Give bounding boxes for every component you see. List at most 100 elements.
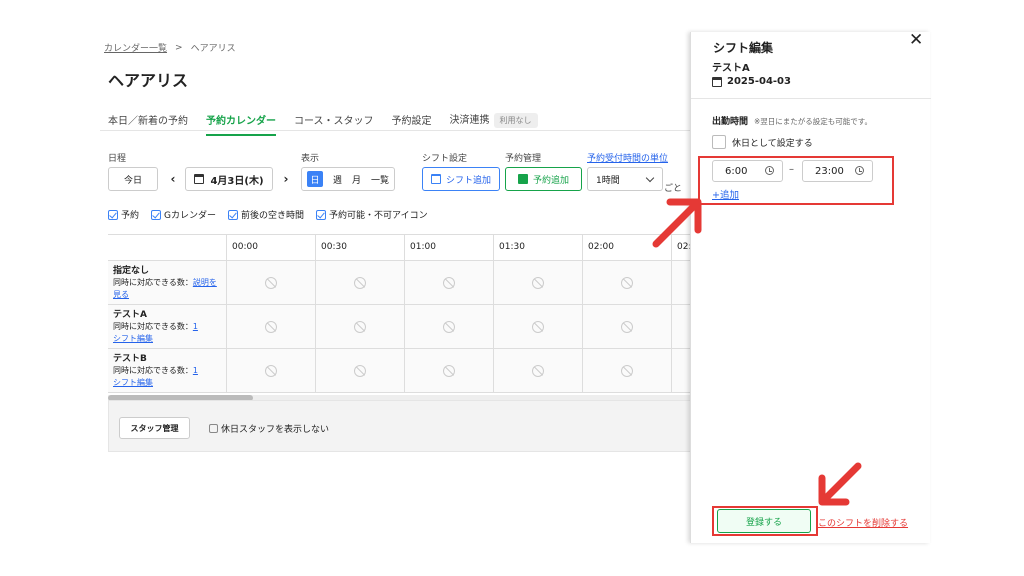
close-icon[interactable]: ✕	[909, 30, 923, 50]
slot-cell[interactable]	[671, 261, 692, 304]
shift-edit-link[interactable]: シフト編集	[113, 378, 153, 387]
shift-settings-label: シフト設定	[422, 154, 468, 164]
panel-date: 2025-04-03	[712, 76, 791, 87]
reservation-icon	[517, 174, 528, 184]
arrow-icon	[818, 462, 862, 506]
row-staff-name: 指定なし	[113, 266, 150, 276]
breadcrumb-separator: >	[175, 42, 183, 53]
prev-day-button[interactable]: ‹	[163, 167, 183, 191]
panel-divider	[691, 98, 931, 99]
slot-cell[interactable]	[404, 305, 493, 348]
breadcrumb-parent-link[interactable]: カレンダー一覧	[104, 41, 167, 54]
shift-edit-link[interactable]: シフト編集	[113, 334, 153, 343]
unused-badge: 利用なし	[493, 113, 538, 128]
time-unit-select[interactable]: 1時間	[587, 167, 663, 191]
time-header: 00:00	[226, 235, 315, 260]
next-day-button[interactable]: ›	[276, 167, 296, 191]
view-day-button[interactable]: 日	[307, 171, 323, 187]
slot-cell[interactable]	[315, 349, 404, 392]
slot-cell[interactable]	[315, 305, 404, 348]
slot-cell[interactable]	[671, 305, 692, 348]
holiday-checkbox[interactable]: 休日として設定する	[712, 135, 813, 149]
slot-cell[interactable]	[671, 349, 692, 392]
work-time-note: ※翌日にまたがる設定も可能です。	[754, 117, 873, 126]
slot-cell[interactable]	[493, 261, 582, 304]
filter-label: 予約	[121, 211, 140, 221]
checkbox-empty-icon	[209, 424, 218, 433]
capacity-link[interactable]: 1	[193, 366, 198, 375]
time-header-corner	[108, 235, 226, 260]
slot-cell[interactable]	[493, 305, 582, 348]
time-header: 00:30	[315, 235, 404, 260]
unavailable-icon	[354, 320, 366, 333]
date-value: 4月3日(木)	[210, 175, 264, 187]
unavailable-icon	[532, 276, 544, 289]
highlight-box-register	[712, 506, 818, 536]
slot-cell[interactable]	[226, 261, 315, 304]
checkbox-empty-icon	[712, 135, 726, 149]
table-row: 指定なし 同時に対応できる数：説明を見る	[108, 261, 692, 305]
view-month-button[interactable]: 月	[352, 173, 361, 186]
view-switcher: 日 週 月 一覧	[301, 167, 395, 191]
view-list-button[interactable]: 一覧	[371, 173, 389, 186]
calendar-grid: 00:00 00:30 01:00 01:30 02:00 02: 指定なし 同…	[108, 234, 692, 394]
row-capacity-label: 同時に対応できる数：	[113, 278, 193, 287]
slot-cell[interactable]	[582, 349, 671, 392]
tab-reservation-settings[interactable]: 予約設定	[392, 112, 432, 127]
add-shift-label: シフト追加	[445, 175, 491, 186]
tab-today-new[interactable]: 本日／新着の予約	[108, 112, 188, 127]
slot-cell[interactable]	[582, 305, 671, 348]
panel-title: シフト編集	[713, 41, 774, 55]
page-title: ヘアアリス	[108, 71, 189, 90]
slot-cell[interactable]	[404, 349, 493, 392]
tab-payment[interactable]: 決済連携 利用なし	[450, 111, 538, 128]
checkbox-icon	[151, 209, 162, 220]
date-picker[interactable]: 4月3日(木)	[185, 167, 273, 191]
reservation-management-label: 予約管理	[505, 154, 542, 164]
row-capacity-label: 同時に対応できる数：	[113, 366, 193, 375]
unavailable-icon	[621, 320, 633, 333]
unavailable-icon	[443, 364, 455, 377]
unavailable-icon	[532, 364, 544, 377]
holiday-label: 休日として設定する	[732, 138, 813, 149]
work-time-heading: 出勤時間 ※翌日にまたがる設定も可能です。	[712, 114, 872, 127]
highlight-box-time	[698, 156, 894, 205]
unavailable-icon	[621, 276, 633, 289]
filter-label: 前後の空き時間	[241, 211, 305, 221]
checkbox-icon	[108, 209, 118, 220]
time-header-row: 00:00 00:30 01:00 01:30 02:00 02:	[108, 235, 692, 261]
unavailable-icon	[265, 276, 277, 289]
filter-availability-icon[interactable]: 予約可能・不可アイコン	[316, 208, 428, 221]
tab-course-staff[interactable]: コース・スタッフ	[294, 112, 374, 127]
date-label: 日程	[108, 154, 127, 164]
arrow-icon	[652, 198, 702, 248]
today-button[interactable]: 今日	[108, 167, 158, 191]
time-header: 01:00	[404, 235, 493, 260]
filter-reservation[interactable]: 予約	[108, 208, 139, 221]
time-unit-value: 1時間	[596, 175, 620, 186]
slot-cell[interactable]	[404, 261, 493, 304]
filter-buffer-time[interactable]: 前後の空き時間	[228, 208, 304, 221]
slot-cell[interactable]	[582, 261, 671, 304]
calendar-icon	[712, 76, 722, 87]
add-reservation-button[interactable]: 予約追加	[505, 167, 582, 191]
delete-shift-link[interactable]: このシフトを削除する	[818, 516, 908, 529]
slot-cell[interactable]	[226, 305, 315, 348]
slot-cell[interactable]	[226, 349, 315, 392]
capacity-link[interactable]: 1	[193, 322, 198, 331]
tab-reservation-calendar[interactable]: 予約カレンダー	[206, 112, 276, 136]
row-header: テストA 同時に対応できる数：1 シフト編集	[108, 305, 226, 348]
hide-holiday-staff-checkbox[interactable]: 休日スタッフを表示しない	[209, 422, 329, 435]
slot-cell[interactable]	[315, 261, 404, 304]
filter-gcalendar[interactable]: Gカレンダー	[151, 208, 216, 221]
staff-management-button[interactable]: スタッフ管理	[119, 417, 190, 439]
view-week-button[interactable]: 週	[333, 173, 342, 186]
unavailable-icon	[621, 364, 633, 377]
slot-cell[interactable]	[493, 349, 582, 392]
table-row: テストB 同時に対応できる数：1 シフト編集	[108, 349, 692, 393]
add-shift-button[interactable]: シフト追加	[422, 167, 500, 191]
row-header: テストB 同時に対応できる数：1 シフト編集	[108, 349, 226, 392]
time-unit-link[interactable]: 予約受付時間の単位	[587, 151, 668, 164]
unavailable-icon	[265, 320, 277, 333]
calendar-plus-icon	[430, 174, 441, 184]
